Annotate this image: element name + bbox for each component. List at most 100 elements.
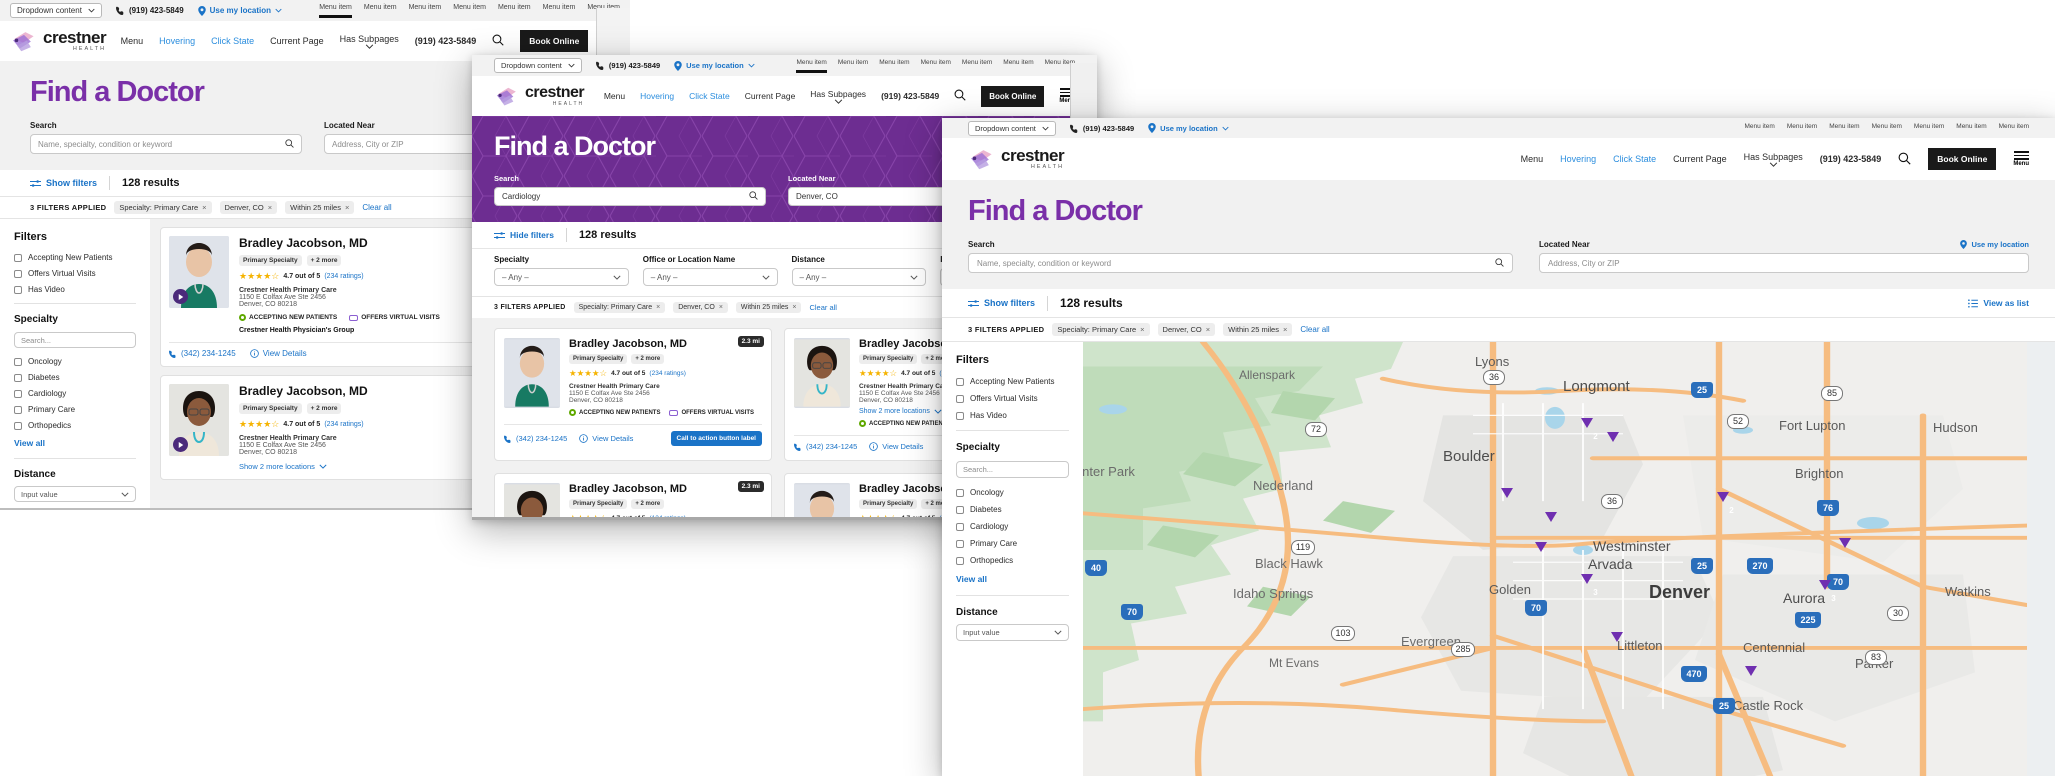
map-pin[interactable] (1551, 522, 1571, 542)
map-pin[interactable] (1751, 676, 1771, 696)
checkbox[interactable] (956, 394, 964, 403)
filter-chip[interactable]: Within 25 miles × (285, 201, 355, 214)
nav-phone[interactable]: (919) 423-5849 (881, 91, 939, 101)
specialty-primary-care[interactable]: Primary Care (14, 405, 136, 414)
utility-menu-item[interactable]: Menu item (921, 59, 951, 70)
doctor-phone-link[interactable]: (342) 234-1245 (794, 442, 857, 451)
distance-select[interactable]: – Any – (791, 268, 927, 286)
close-icon[interactable]: × (1140, 325, 1144, 334)
specialty-oncology[interactable]: Oncology (956, 488, 1069, 497)
rating-count[interactable]: (234 ratings) (324, 273, 363, 280)
utility-menu-item[interactable]: Menu item (796, 59, 827, 73)
filter-chip[interactable]: Specialty: Primary Care × (1052, 323, 1150, 336)
search-icon[interactable] (749, 191, 758, 202)
distance-select[interactable]: Input value (14, 486, 136, 502)
rating-count[interactable]: (234 ratings) (649, 370, 686, 377)
nav-item-menu[interactable]: Menu (1521, 154, 1544, 164)
distance-select[interactable]: Input value (956, 624, 1069, 641)
nav-item-menu[interactable]: Menu (121, 36, 144, 46)
checkbox[interactable] (956, 411, 964, 420)
search-icon[interactable] (492, 34, 504, 48)
utility-menu-item[interactable]: Menu item (543, 4, 576, 15)
utility-dropdown[interactable]: Dropdown content (968, 120, 1056, 136)
close-icon[interactable]: × (792, 304, 796, 311)
menu-button[interactable]: Menu (2013, 150, 2029, 167)
checkbox[interactable] (14, 421, 22, 430)
results-map[interactable]: Lyons Allenspark Longmont Fort Lupton Hu… (1083, 342, 2055, 776)
rating-count[interactable]: (234 ratings) (324, 421, 363, 428)
close-icon[interactable]: × (1283, 325, 1287, 334)
nav-item-click-state[interactable]: Click State (211, 36, 254, 46)
utility-menu-item[interactable]: Menu item (1872, 123, 1902, 134)
utility-menu-item[interactable]: Menu item (838, 59, 868, 70)
checkbox[interactable] (14, 269, 22, 278)
logo[interactable]: crestner HEALTH (968, 146, 1065, 172)
view-as-list-toggle[interactable]: View as list (1968, 298, 2029, 308)
filter-chip[interactable]: Specialty: Primary Care × (573, 302, 666, 313)
view-all-specialties[interactable]: View all (14, 438, 136, 448)
show-filters-toggle[interactable]: Show filters (30, 178, 97, 188)
clear-all-filters[interactable]: Clear all (809, 303, 837, 312)
checkbox[interactable] (956, 505, 964, 514)
specialty-oncology[interactable]: Oncology (14, 357, 136, 366)
call-to-action-button[interactable]: Call to action button label (670, 431, 762, 446)
filter-has-video[interactable]: Has Video (14, 285, 136, 294)
nav-item-has-subpages[interactable]: Has Subpages (340, 34, 399, 49)
doctor-card[interactable]: 2.3 mi Bradley Jacobson, MD Primary Spec… (494, 328, 772, 461)
doctor-name[interactable]: Bradley Jacobson, MD (569, 338, 762, 350)
logo[interactable]: crestner HEALTH (10, 28, 107, 54)
doctor-card[interactable]: 2.3 mi Bradley Jacobson, MD Primary Spec… (494, 473, 772, 520)
nav-item-current-page[interactable]: Current Page (745, 91, 796, 101)
specialty-orthopedics[interactable]: Orthopedics (14, 421, 136, 430)
doctor-phone-link[interactable]: (342) 234-1245 (169, 349, 236, 358)
nav-phone[interactable]: (919) 423-5849 (1820, 154, 1882, 164)
hide-filters-toggle[interactable]: Hide filters (494, 230, 554, 240)
doctor-tag-more[interactable]: + 2 more (306, 403, 342, 414)
specialty-orthopedics[interactable]: Orthopedics (956, 556, 1069, 565)
search-input[interactable]: Name, specialty, condition or keyword (30, 134, 302, 154)
close-icon[interactable]: × (345, 203, 349, 212)
view-all-specialties[interactable]: View all (956, 574, 1069, 584)
clear-all-filters[interactable]: Clear all (362, 203, 391, 212)
utility-menu-item[interactable]: Menu item (1787, 123, 1817, 134)
filter-chip[interactable]: Within 25 miles × (735, 302, 802, 313)
search-icon[interactable] (1898, 152, 1911, 167)
map-pin[interactable] (1617, 642, 1637, 662)
nav-item-click-state[interactable]: Click State (1613, 154, 1656, 164)
show-filters-toggle[interactable]: Show filters (968, 298, 1035, 308)
utility-menu-item[interactable]: Menu item (1744, 123, 1774, 134)
utility-menu-item[interactable]: Menu item (364, 4, 397, 15)
checkbox[interactable] (14, 285, 22, 294)
book-online-button[interactable]: Book Online (1928, 148, 1997, 170)
filter-has-video[interactable]: Has Video (956, 411, 1069, 420)
nav-item-current-page[interactable]: Current Page (1673, 154, 1727, 164)
utility-use-my-location[interactable]: Use my location (197, 5, 282, 16)
checkbox[interactable] (956, 488, 964, 497)
map-pin-cluster[interactable]: 2 (1723, 502, 1740, 519)
book-online-button[interactable]: Book Online (520, 30, 589, 52)
view-details-link[interactable]: View Details (579, 434, 633, 443)
nav-item-current-page[interactable]: Current Page (270, 36, 324, 46)
utility-menu-item[interactable]: Menu item (1999, 123, 2029, 134)
map-pin[interactable] (1613, 442, 1633, 462)
doctor-phone-link[interactable]: (342) 234-1245 (504, 434, 567, 443)
play-video-button[interactable] (173, 289, 188, 304)
nav-item-has-subpages[interactable]: Has Subpages (810, 89, 866, 104)
checkbox[interactable] (14, 253, 22, 262)
close-icon[interactable]: × (656, 304, 660, 311)
checkbox[interactable] (956, 556, 964, 565)
utility-menu-item[interactable]: Menu item (879, 59, 909, 70)
search-icon[interactable] (954, 89, 966, 103)
book-online-button[interactable]: Book Online (981, 85, 1045, 107)
utility-menu-item[interactable]: Menu item (1003, 59, 1033, 70)
close-icon[interactable]: × (202, 203, 206, 212)
checkbox[interactable] (956, 377, 964, 386)
utility-phone[interactable]: (919) 423-5849 (115, 6, 184, 15)
checkbox[interactable] (14, 405, 22, 414)
filter-offers-virtual-visits[interactable]: Offers Virtual Visits (14, 269, 136, 278)
map-pin-cluster[interactable]: 3 (1825, 590, 1842, 607)
utility-dropdown[interactable]: Dropdown content (494, 58, 582, 73)
close-icon[interactable]: × (268, 203, 272, 212)
filter-chip[interactable]: Denver, CO × (1157, 323, 1216, 336)
utility-menu-item[interactable]: Menu item (319, 4, 352, 18)
